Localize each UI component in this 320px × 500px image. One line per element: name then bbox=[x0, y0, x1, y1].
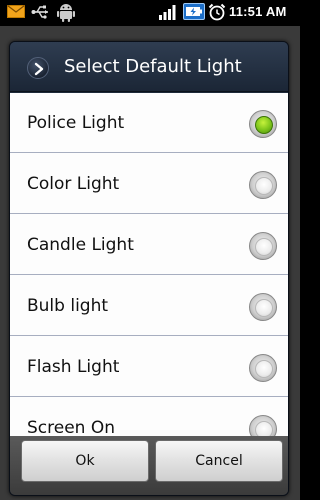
chevron-right-icon bbox=[27, 57, 49, 79]
list-item-color-light[interactable]: Color Light bbox=[10, 154, 288, 214]
select-light-dialog: Select Default Light Police Light Color … bbox=[9, 41, 289, 496]
option-label: Candle Light bbox=[27, 235, 134, 255]
option-label: Police Light bbox=[27, 113, 125, 133]
cancel-button[interactable]: Cancel bbox=[155, 440, 283, 482]
list-item-police-light[interactable]: Police Light bbox=[10, 93, 288, 153]
status-time: 11:51 AM bbox=[229, 4, 287, 19]
status-bar: 11:51 AM bbox=[0, 0, 300, 26]
radio-button[interactable] bbox=[249, 171, 277, 199]
android-icon bbox=[57, 4, 75, 22]
radio-button[interactable] bbox=[249, 415, 277, 436]
dialog-title: Select Default Light bbox=[64, 56, 242, 77]
mail-icon bbox=[7, 5, 25, 18]
option-label: Bulb light bbox=[27, 296, 109, 316]
signal-icon bbox=[159, 5, 176, 20]
ok-button[interactable]: Ok bbox=[21, 440, 149, 482]
list-item-bulb-light[interactable]: Bulb light bbox=[10, 276, 288, 336]
usb-icon bbox=[31, 5, 48, 19]
alarm-icon bbox=[208, 3, 226, 21]
option-label: Screen On bbox=[27, 418, 116, 436]
radio-button[interactable] bbox=[249, 293, 277, 321]
option-label: Color Light bbox=[27, 174, 120, 194]
dialog-footer: Ok Cancel bbox=[10, 436, 288, 495]
radio-button[interactable] bbox=[249, 354, 277, 382]
battery-icon bbox=[183, 3, 205, 20]
dialog-header: Select Default Light bbox=[10, 42, 288, 92]
option-label: Flash Light bbox=[27, 357, 120, 377]
radio-button-selected[interactable] bbox=[249, 110, 277, 138]
light-options-list[interactable]: Police Light Color Light Candle Light Bu… bbox=[10, 93, 288, 436]
list-item-candle-light[interactable]: Candle Light bbox=[10, 215, 288, 275]
list-item-flash-light[interactable]: Flash Light bbox=[10, 337, 288, 397]
radio-button[interactable] bbox=[249, 232, 277, 260]
list-item-screen-on[interactable]: Screen On bbox=[10, 398, 288, 436]
